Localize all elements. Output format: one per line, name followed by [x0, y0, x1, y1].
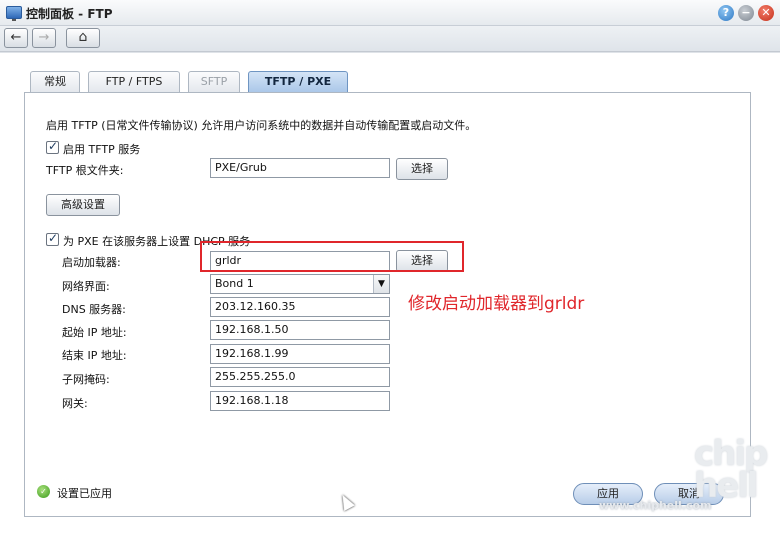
end-ip-label: 结束 IP 地址:	[62, 349, 127, 362]
title-bar: 控制面板 - FTP ? − ✕	[0, 0, 780, 26]
close-icon[interactable]: ✕	[758, 5, 774, 21]
tab-ftp-ftps[interactable]: FTP / FTPS	[88, 71, 180, 92]
pxe-dhcp-checkbox[interactable]	[46, 231, 59, 246]
chevron-down-icon[interactable]: ▼	[373, 275, 389, 293]
watermark-url: www.chiphell.com	[599, 499, 712, 512]
boot-loader-label: 启动加载器:	[62, 256, 121, 269]
window-title: 控制面板 - FTP	[26, 7, 113, 21]
annotation-text: 修改启动加载器到grldr	[408, 294, 585, 314]
tab-general[interactable]: 常规	[30, 71, 80, 92]
annotation-highlight-box	[200, 241, 464, 272]
interface-select[interactable]: Bond 1 ▼	[210, 274, 390, 294]
back-arrow-icon[interactable]: ←	[4, 28, 28, 48]
start-ip-input[interactable]: 192.168.1.50	[210, 320, 390, 340]
start-ip-label: 起始 IP 地址:	[62, 326, 127, 339]
root-folder-input[interactable]: PXE/Grub	[210, 158, 390, 178]
root-folder-select-button[interactable]: 选择	[396, 158, 448, 180]
tab-sftp[interactable]: SFTP	[188, 71, 240, 92]
tftp-description: 启用 TFTP (日常文件传输协议) 允许用户访问系统中的数据并自动传输配置或启…	[46, 119, 477, 132]
dns-label: DNS 服务器:	[62, 303, 126, 316]
check-circle-icon: ✓	[37, 485, 50, 498]
enable-tftp-checkbox[interactable]	[46, 139, 59, 154]
watermark-logo: chip hell	[694, 437, 776, 508]
status-text: 设置已应用	[57, 487, 112, 500]
interface-label: 网络界面:	[62, 280, 110, 293]
enable-tftp-label: 启用 TFTP 服务	[63, 143, 141, 156]
watermark-logo-text: chip hell	[694, 434, 768, 506]
minimize-icon[interactable]: −	[738, 5, 754, 21]
forward-arrow-icon[interactable]: →	[32, 28, 56, 48]
advanced-settings-button[interactable]: 高级设置	[46, 194, 120, 216]
help-icon[interactable]: ?	[718, 5, 734, 21]
root-folder-label: TFTP 根文件夹:	[46, 164, 124, 177]
control-panel-icon	[6, 6, 22, 21]
navigation-bar: ← → ⌂	[0, 26, 780, 52]
tab-tftp-pxe[interactable]: TFTP / PXE	[248, 71, 348, 93]
dns-input[interactable]: 203.12.160.35	[210, 297, 390, 317]
gateway-input[interactable]: 192.168.1.18	[210, 391, 390, 411]
end-ip-input[interactable]: 192.168.1.99	[210, 344, 390, 364]
home-icon[interactable]: ⌂	[66, 28, 100, 48]
interface-select-value: Bond 1	[215, 277, 254, 290]
subnet-mask-input[interactable]: 255.255.255.0	[210, 367, 390, 387]
subnet-mask-label: 子网掩码:	[62, 373, 110, 386]
gateway-label: 网关:	[62, 397, 88, 410]
